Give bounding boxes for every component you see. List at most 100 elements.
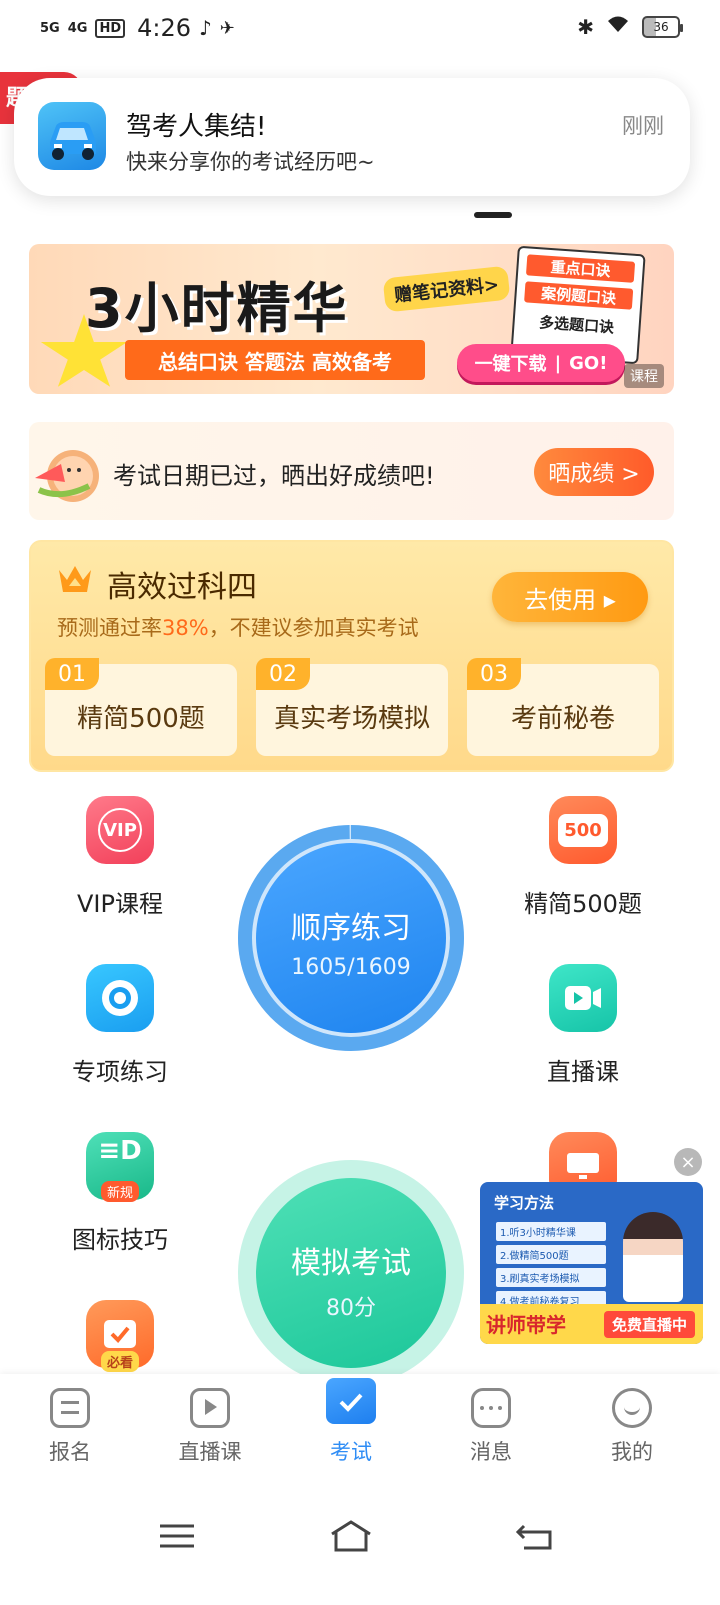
ad-step: 3.刷真实考场模拟 — [496, 1268, 606, 1287]
card-line-3: 多选题口诀 — [538, 313, 615, 337]
exam-date-text: 考试日期已过，晒出好成绩吧! — [113, 462, 435, 490]
battery-icon: 36 — [642, 15, 683, 38]
banner-corner-tag: 课程 — [624, 364, 664, 388]
clock: 4:26 — [137, 14, 192, 42]
banner-headline: 3小时精华 — [85, 277, 349, 340]
item-number: 01 — [45, 658, 99, 690]
document-icon — [50, 1388, 90, 1428]
efficient-item-secret[interactable]: 03 考前秘卷 — [467, 658, 659, 756]
item-number: 02 — [256, 658, 310, 690]
efficient-item-500[interactable]: 01 精简500题 — [45, 658, 237, 756]
tiktok-icon: ♪ — [199, 16, 212, 40]
download-button-label: 一键下载 — [474, 354, 547, 375]
target-icon[interactable] — [86, 964, 154, 1032]
nav-item-signup[interactable]: 报名 — [20, 1388, 120, 1466]
nav-label: 考试 — [330, 1440, 372, 1464]
vip-course-label[interactable]: VIP课程 — [20, 884, 220, 919]
pass-rate: 38% — [162, 616, 209, 640]
banner-note: 赠笔记资料> — [382, 265, 511, 313]
wifi-icon — [606, 14, 630, 39]
500-badge: 500 — [558, 813, 608, 847]
mock-exam-button[interactable]: 模拟考试 80分 — [256, 1178, 446, 1368]
efficient-subtitle-suffix: ，不建议参加真实考试 — [208, 616, 419, 640]
clipboard-check-icon[interactable]: 必看 — [86, 1300, 154, 1372]
icon-skill-icon[interactable]: ≡D 新规 — [86, 1132, 154, 1202]
course-banner[interactable]: 3小时精华 赠笔记资料> 总结口诀 答题法 高效备考 重点口诀 案例题口诀 多选… — [29, 244, 674, 394]
live-ad-popup[interactable]: 学习方法 1.听3小时精华课 2.做精简500题 3.刷真实考场模拟 4.做考前… — [480, 1182, 703, 1344]
signal-5g-icon: 5G — [40, 20, 60, 36]
hd-icon: HD — [95, 18, 126, 38]
500-questions-icon[interactable]: 500 — [549, 796, 617, 864]
efficient-subtitle-prefix: 预测通过率 — [57, 616, 162, 640]
system-navigation-bar — [0, 1490, 720, 1605]
video-camera-icon[interactable] — [549, 964, 617, 1032]
notification-subtitle: 快来分享你的考试经历吧~ — [126, 150, 375, 174]
close-icon[interactable]: × — [674, 1148, 702, 1176]
vip-icon[interactable]: VIP — [86, 796, 154, 864]
sequential-title: 顺序练习 — [291, 911, 411, 946]
card-line-2: 案例题口诀 — [524, 281, 634, 310]
download-divider: | — [554, 352, 562, 374]
nav-label: 消息 — [470, 1440, 512, 1464]
tab-active-indicator — [474, 212, 512, 218]
exam-date-bar: 考试日期已过，晒出好成绩吧! 晒成绩 > — [29, 422, 674, 520]
efficient-title: 高效过科四 — [107, 570, 257, 605]
nav-item-mine[interactable]: 我的 — [582, 1388, 682, 1466]
sequential-practice-button[interactable]: 顺序练习 1605/1609 — [256, 843, 446, 1033]
chat-bubble-icon — [471, 1388, 511, 1428]
use-button[interactable]: 去使用 ▸ — [492, 572, 648, 622]
vip-badge: VIP — [98, 808, 142, 852]
card-line-1: 重点口诀 — [525, 254, 636, 283]
mock-title: 模拟考试 — [291, 1246, 411, 1281]
ad-title: 学习方法 — [494, 1194, 555, 1212]
icon-skill-label[interactable]: 图标技巧 — [20, 1220, 220, 1255]
sequential-progress: 1605/1609 — [291, 955, 411, 980]
crown-icon — [57, 564, 93, 594]
tv-play-icon — [190, 1388, 230, 1428]
item-label: 考前秘卷 — [510, 704, 615, 734]
new-rule-badge: 新规 — [100, 1181, 139, 1202]
must-see-badge: 必看 — [100, 1351, 139, 1372]
ad-step: 2.做精简500题 — [496, 1245, 606, 1264]
download-button-go: GO! — [569, 352, 608, 374]
ad-tag-left: 讲师带学 — [486, 1313, 566, 1337]
show-score-button[interactable]: 晒成绩 > — [534, 448, 654, 496]
nav-label: 报名 — [49, 1440, 91, 1464]
folder-check-icon — [326, 1378, 376, 1424]
icon-skill-glyph: ≡D — [98, 1136, 142, 1166]
car-app-icon — [38, 102, 106, 170]
bluetooth-icon: ✱ — [577, 14, 594, 39]
item-number: 03 — [467, 658, 521, 690]
ad-steps: 1.听3小时精华课 2.做精简500题 3.刷真实考场模拟 4.做考前秘卷复习 — [496, 1222, 606, 1314]
item-label: 精简500题 — [77, 704, 205, 734]
notification-title: 驾考人集结! — [126, 112, 267, 142]
ad-tag-right: 免费直播中 — [603, 1311, 695, 1338]
nav-label: 直播课 — [178, 1440, 242, 1464]
banner-tagline: 总结口诀 答题法 高效备考 — [125, 340, 425, 380]
live-course-label[interactable]: 直播课 — [483, 1052, 683, 1087]
back-icon[interactable] — [510, 1516, 560, 1556]
party-horn-icon — [31, 442, 101, 504]
status-bar-left: 5G 4G HD 4:26 ♪ ✈ — [40, 14, 235, 42]
mock-score: 80分 — [326, 1296, 376, 1321]
push-notification[interactable]: 驾考人集结! 快来分享你的考试经历吧~ 刚刚 — [14, 78, 690, 196]
nav-item-messages[interactable]: 消息 — [441, 1388, 541, 1466]
download-button[interactable]: 一键下载 | GO! — [457, 344, 625, 382]
nav-label: 我的 — [611, 1440, 653, 1464]
bottom-navigation: 报名 直播课 考试 消息 我的 — [0, 1374, 720, 1490]
nav-item-exam[interactable]: 考试 — [301, 1378, 401, 1466]
status-bar: 5G 4G HD 4:26 ♪ ✈ ✱ 36 — [0, 0, 720, 56]
signal-4g-icon: 4G — [67, 20, 88, 36]
nav-item-live[interactable]: 直播课 — [160, 1388, 260, 1466]
smile-face-icon — [612, 1388, 652, 1428]
efficient-subtitle: 预测通过率38%，不建议参加真实考试 — [57, 612, 419, 642]
special-practice-label[interactable]: 专项练习 — [20, 1052, 220, 1087]
home-icon[interactable] — [326, 1516, 376, 1556]
menu-icon[interactable] — [152, 1516, 202, 1556]
efficient-item-mock[interactable]: 02 真实考场模拟 — [256, 658, 448, 756]
bird-icon: ✈ — [219, 17, 235, 39]
efficient-pass-card: 高效过科四 预测通过率38%，不建议参加真实考试 去使用 ▸ 01 精简500题… — [29, 540, 674, 772]
notification-time: 刚刚 — [622, 114, 664, 138]
simplified-500-label[interactable]: 精简500题 — [483, 884, 683, 919]
status-bar-right: ✱ 36 — [577, 14, 683, 39]
